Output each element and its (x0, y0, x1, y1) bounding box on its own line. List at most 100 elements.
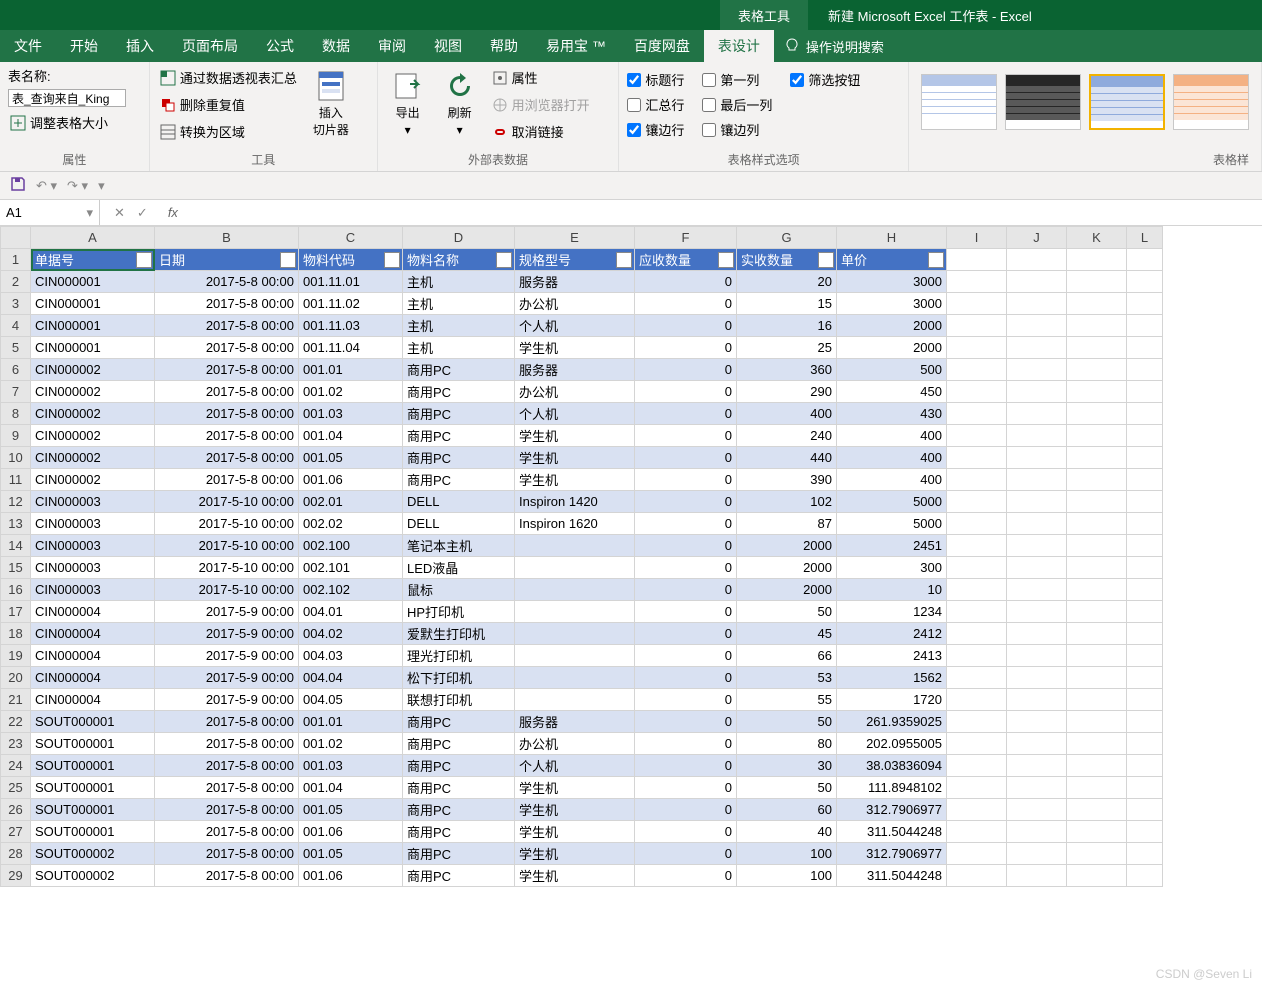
cell-A22[interactable]: SOUT000001 (31, 711, 155, 733)
cell-E16[interactable] (515, 579, 635, 601)
cell-K28[interactable] (1067, 843, 1127, 865)
cell-L11[interactable] (1127, 469, 1163, 491)
cell-B27[interactable]: 2017-5-8 00:00 (155, 821, 299, 843)
cell-K9[interactable] (1067, 425, 1127, 447)
cell-K14[interactable] (1067, 535, 1127, 557)
filter-dropdown-icon[interactable]: ▾ (136, 252, 152, 268)
cell-K13[interactable] (1067, 513, 1127, 535)
cell-I21[interactable] (947, 689, 1007, 711)
cell-E6[interactable]: 服务器 (515, 359, 635, 381)
col-header-G[interactable]: G (737, 227, 837, 249)
cell-L1[interactable] (1127, 249, 1163, 271)
row-header-20[interactable]: 20 (1, 667, 31, 689)
cell-L21[interactable] (1127, 689, 1163, 711)
row-header-29[interactable]: 29 (1, 865, 31, 887)
tab-易用宝 ™[interactable]: 易用宝 ™ (532, 30, 620, 62)
cell-I12[interactable] (947, 491, 1007, 513)
cell-G17[interactable]: 50 (737, 601, 837, 623)
cell-A29[interactable]: SOUT000002 (31, 865, 155, 887)
table-header-规格型号[interactable]: 规格型号▾ (515, 249, 635, 271)
cell-H16[interactable]: 10 (837, 579, 947, 601)
cell-C16[interactable]: 002.102 (299, 579, 403, 601)
cell-E4[interactable]: 个人机 (515, 315, 635, 337)
row-header-15[interactable]: 15 (1, 557, 31, 579)
cell-L23[interactable] (1127, 733, 1163, 755)
cell-K11[interactable] (1067, 469, 1127, 491)
cell-F24[interactable]: 0 (635, 755, 737, 777)
cell-F16[interactable]: 0 (635, 579, 737, 601)
row-header-6[interactable]: 6 (1, 359, 31, 381)
col-header-K[interactable]: K (1067, 227, 1127, 249)
cell-E21[interactable] (515, 689, 635, 711)
cell-I7[interactable] (947, 381, 1007, 403)
cell-K7[interactable] (1067, 381, 1127, 403)
table-header-物料名称[interactable]: 物料名称▾ (403, 249, 515, 271)
cell-I17[interactable] (947, 601, 1007, 623)
cell-C11[interactable]: 001.06 (299, 469, 403, 491)
row-header-24[interactable]: 24 (1, 755, 31, 777)
cell-I1[interactable] (947, 249, 1007, 271)
cell-G9[interactable]: 240 (737, 425, 837, 447)
cell-H6[interactable]: 500 (837, 359, 947, 381)
cell-D19[interactable]: 理光打印机 (403, 645, 515, 667)
spreadsheet-grid[interactable]: ABCDEFGHIJKL1单据号▾日期▾物料代码▾物料名称▾规格型号▾应收数量▾… (0, 226, 1262, 991)
cell-D18[interactable]: 爱默生打印机 (403, 623, 515, 645)
cell-J9[interactable] (1007, 425, 1067, 447)
cell-I26[interactable] (947, 799, 1007, 821)
row-header-5[interactable]: 5 (1, 337, 31, 359)
cell-A11[interactable]: CIN000002 (31, 469, 155, 491)
cell-G11[interactable]: 390 (737, 469, 837, 491)
row-header-11[interactable]: 11 (1, 469, 31, 491)
cell-J10[interactable] (1007, 447, 1067, 469)
cell-L7[interactable] (1127, 381, 1163, 403)
cell-C7[interactable]: 001.02 (299, 381, 403, 403)
cell-D8[interactable]: 商用PC (403, 403, 515, 425)
row-header-12[interactable]: 12 (1, 491, 31, 513)
cell-C20[interactable]: 004.04 (299, 667, 403, 689)
cell-L20[interactable] (1127, 667, 1163, 689)
cell-G22[interactable]: 50 (737, 711, 837, 733)
cell-F20[interactable]: 0 (635, 667, 737, 689)
cell-F15[interactable]: 0 (635, 557, 737, 579)
cell-C10[interactable]: 001.05 (299, 447, 403, 469)
row-header-4[interactable]: 4 (1, 315, 31, 337)
cell-A17[interactable]: CIN000004 (31, 601, 155, 623)
row-header-28[interactable]: 28 (1, 843, 31, 865)
cell-C29[interactable]: 001.06 (299, 865, 403, 887)
cell-B24[interactable]: 2017-5-8 00:00 (155, 755, 299, 777)
cell-B13[interactable]: 2017-5-10 00:00 (155, 513, 299, 535)
cell-K3[interactable] (1067, 293, 1127, 315)
cell-H13[interactable]: 5000 (837, 513, 947, 535)
cell-G7[interactable]: 290 (737, 381, 837, 403)
cell-C4[interactable]: 001.11.03 (299, 315, 403, 337)
cell-A27[interactable]: SOUT000001 (31, 821, 155, 843)
cell-F26[interactable]: 0 (635, 799, 737, 821)
redo-button[interactable]: ↷ ▾ (67, 178, 88, 194)
cell-D14[interactable]: 笔记本主机 (403, 535, 515, 557)
cell-L19[interactable] (1127, 645, 1163, 667)
cell-I5[interactable] (947, 337, 1007, 359)
cell-K22[interactable] (1067, 711, 1127, 733)
cell-L2[interactable] (1127, 271, 1163, 293)
row-header-21[interactable]: 21 (1, 689, 31, 711)
cell-H24[interactable]: 38.03836094 (837, 755, 947, 777)
cell-A18[interactable]: CIN000004 (31, 623, 155, 645)
cell-B6[interactable]: 2017-5-8 00:00 (155, 359, 299, 381)
cell-C15[interactable]: 002.101 (299, 557, 403, 579)
cell-E22[interactable]: 服务器 (515, 711, 635, 733)
col-header-H[interactable]: H (837, 227, 947, 249)
filter-dropdown-icon[interactable]: ▾ (718, 252, 734, 268)
row-header-13[interactable]: 13 (1, 513, 31, 535)
cell-K29[interactable] (1067, 865, 1127, 887)
cell-E29[interactable]: 学生机 (515, 865, 635, 887)
cell-J3[interactable] (1007, 293, 1067, 315)
cell-B17[interactable]: 2017-5-9 00:00 (155, 601, 299, 623)
col-header-A[interactable]: A (31, 227, 155, 249)
cell-A20[interactable]: CIN000004 (31, 667, 155, 689)
cell-J4[interactable] (1007, 315, 1067, 337)
row-header-9[interactable]: 9 (1, 425, 31, 447)
cell-B7[interactable]: 2017-5-8 00:00 (155, 381, 299, 403)
cell-K4[interactable] (1067, 315, 1127, 337)
cell-J11[interactable] (1007, 469, 1067, 491)
table-style-2[interactable] (1089, 74, 1165, 130)
